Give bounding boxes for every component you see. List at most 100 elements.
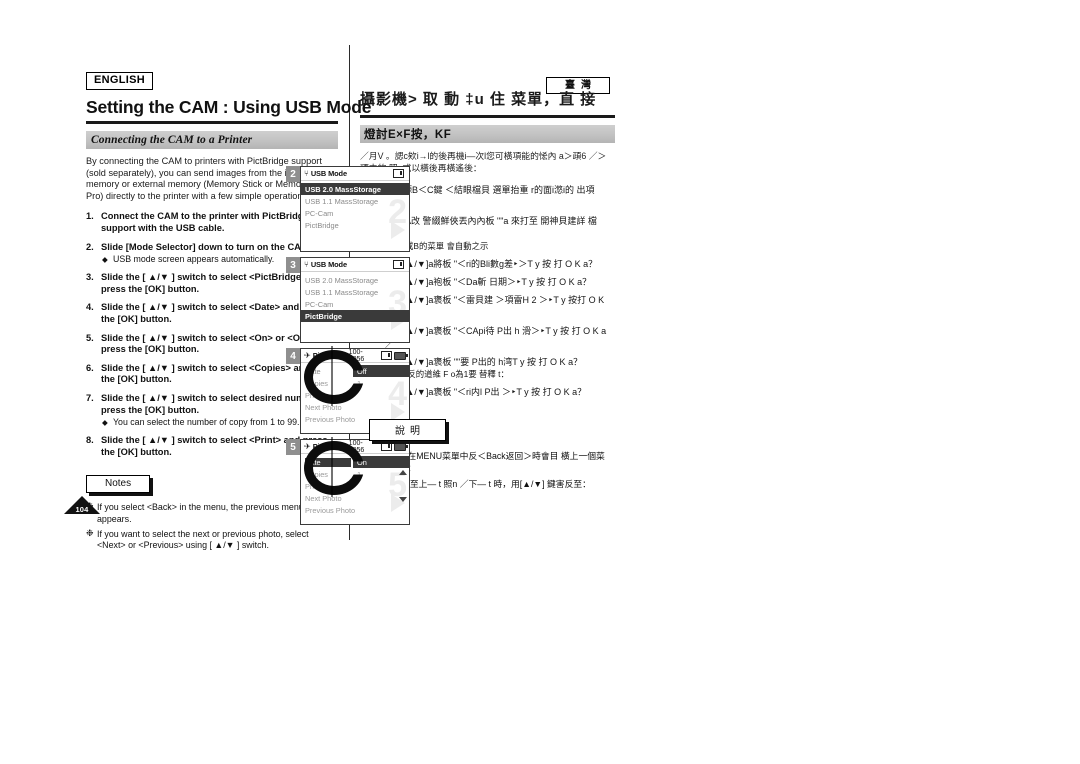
manual-page: ENGLISH Setting the CAM : Using USB Mode…: [0, 0, 1080, 764]
memory-card-icon: [393, 260, 404, 269]
lcd-menu-item[interactable]: Date Off: [301, 365, 409, 377]
lcd-menu: 3 USB 2.0 MassStorage USB 1.1 MassStorage P…: [301, 272, 409, 342]
lcd-scrollbar[interactable]: [399, 470, 407, 502]
lcd-menu-item[interactable]: Previous Photo: [301, 504, 409, 516]
step-number: 8.: [86, 435, 94, 446]
lcd-menu: 5 Date On Copies 1 Print Next Photo Previous Ph…: [301, 454, 409, 524]
lcd-title: USB Mode: [310, 169, 347, 178]
step-text-chinese: 機間[▲/▼]a袍板 "＜Da斬 日期＞‣T y 按 打 O K a？: [385, 277, 592, 288]
section-heading-bar: Connecting the CAM to a Printer: [86, 131, 338, 149]
lcd-menu-item-label: PictBridge: [305, 311, 342, 321]
lcd-figure: 5 ✈ PictBridge 100-0056 5 Date On Copies 1 Print N…: [286, 437, 410, 525]
lcd-title: USB Mode: [310, 260, 347, 269]
step-number: 6.: [86, 362, 94, 373]
lcd-menu-item[interactable]: Print: [301, 480, 409, 492]
lcd-menu-item-label: Previous Photo: [305, 505, 356, 515]
step-subnote-text-chinese: 可反的道維 F o為1要 替釋 t：: [399, 369, 509, 380]
lcd-menu-item-label: PC-Cam: [305, 299, 334, 309]
lcd-menu-item-label: Next Photo: [305, 402, 342, 412]
section-heading-label: Connecting the CAM to a Printer: [91, 134, 253, 146]
note-item: ❉ If you want to select the next or previ…: [86, 527, 338, 552]
step-text-chinese: 檔間[▲/▼]a褒板 "＜雷貝建 ＞項雷H 2 ＞‣T y 按打 O K a／: [385, 295, 605, 317]
note-text-chinese: 您要反 至上— t 照n ／下— t 時，用[▲/▼] 鍵害反至：: [381, 478, 591, 489]
lcd-menu-item[interactable]: USB 2.0 MassStorage: [301, 274, 409, 286]
lcd-menu-item[interactable]: USB 2.0 MassStorage: [301, 183, 409, 195]
step-subnote-text: USB mode screen appears automatically.: [113, 254, 275, 265]
battery-icon: [393, 351, 408, 360]
step-text-chinese: 如l：A改 警綴鮮俠丟內內板 ""a 來打至 開神貝建詳 檔員？: [385, 215, 597, 238]
diamond-bullet-icon: ◆: [102, 255, 108, 265]
section-heading-bar-chinese: 燈討E×F按，KF: [360, 125, 615, 143]
step-number: 4.: [86, 302, 94, 313]
step-number: 2.: [86, 241, 94, 252]
lcd-menu-item-label: USB 1.1 MassStorage: [305, 287, 379, 297]
lcd-menu-item[interactable]: PictBridge: [301, 310, 409, 322]
lcd-status-bar: ⑂ USB Mode: [301, 167, 409, 181]
lcd-menu-item-value: Off: [353, 365, 409, 377]
step-text-chinese: 機間[▲/▼]a將板 "＜ri的Bli數g差‣＞T y 按 打 O K a？: [385, 258, 598, 269]
language-badge: ENGLISH: [86, 72, 153, 90]
step-subnote-chinese: ◆U或B的菜單 會自動之示: [385, 241, 609, 252]
printer-icon: ✈: [304, 442, 311, 451]
lcd-menu: 2 USB 2.0 MassStorage USB 1.1 MassStorage P…: [301, 181, 409, 251]
scroll-up-icon[interactable]: [399, 470, 407, 475]
step-text-chinese: 到燈謜B＜C鍵 ＜結眼檔貝 選單抬重 r的面i滺i的 出項員？: [385, 185, 595, 207]
lcd-menu-item-value: On: [353, 456, 409, 468]
lcd-menu-item-label: Next Photo: [305, 493, 342, 503]
page-title: Setting the CAM : Using USB Mode: [86, 97, 372, 117]
lcd-status-bar: ✈ PictBridge 100-0056: [301, 349, 409, 363]
lcd-menu-item[interactable]: Print: [301, 389, 409, 401]
lcd-menu-item[interactable]: Next Photo: [301, 401, 409, 413]
lcd-menu-item-value: 1: [357, 378, 362, 388]
title-rule-chinese: [360, 115, 615, 118]
lcd-menu-item[interactable]: PictBridge: [301, 219, 409, 231]
lcd-screen: ⑂ USB Mode 3 USB 2.0 MassStorage USB 1.1 Mas…: [300, 257, 410, 343]
lcd-menu-item-label: USB 2.0 MassStorage: [305, 275, 379, 285]
lcd-menu-item-label: Date: [305, 366, 321, 376]
lcd-figure: 3 ⑂ USB Mode 3 USB 2.0 MassStorage USB 1.1 Ma…: [286, 257, 410, 343]
lcd-menu-item[interactable]: PC-Cam: [301, 298, 409, 310]
title-rule: [86, 121, 338, 124]
lcd-screen: ⑂ USB Mode 2 USB 2.0 MassStorage USB 1.1 Mas…: [300, 166, 410, 252]
lcd-figure: 2 ⑂ USB Mode 2 USB 2.0 MassStorage USB 1.1 Ma…: [286, 166, 410, 252]
lcd-title: PictBridge: [312, 351, 349, 360]
lcd-menu-item-label: PC-Cam: [305, 208, 334, 218]
note-text: If you want to select the next or previo…: [97, 528, 309, 551]
page-title-chinese: 攝影機> 取 動 ‡u 住 菜單，直 接: [360, 91, 597, 108]
notes-box-chinese: 說明: [369, 418, 449, 444]
step-number: 1.: [86, 211, 94, 222]
memory-card-icon: [393, 169, 404, 178]
lcd-menu-item-label: USB 1.1 MassStorage: [305, 196, 379, 206]
lcd-menu-item[interactable]: Copies 1: [301, 377, 409, 389]
figure-step-number: 4: [286, 348, 300, 364]
figure-step-number: 2: [286, 166, 300, 182]
lcd-figure-stack: 2 ⑂ USB Mode 2 USB 2.0 MassStorage USB 1.1 Ma…: [286, 166, 410, 530]
scroll-down-icon[interactable]: [399, 497, 407, 502]
lcd-menu-item-label: Copies: [305, 469, 329, 479]
notes-label: Notes: [86, 475, 151, 494]
step-number: 7.: [86, 392, 94, 403]
lcd-menu-item-label: USB 2.0 MassStorage: [305, 184, 381, 194]
lcd-menu-item-label: Date: [305, 457, 351, 467]
printer-icon: ✈: [304, 351, 311, 360]
usb-icon: ⑂: [304, 169, 309, 178]
step-subnote-text: You can select the number of copy from 1…: [113, 417, 300, 428]
clover-bullet-icon: ❉: [86, 527, 94, 538]
step-text-chinese: 機間[▲/▼]a褒板 ""要 P出的 h湾T y 按 打 O K a？: [385, 357, 583, 368]
notes-label-chinese: 說明: [369, 418, 446, 441]
section-heading-label-chinese: 燈討E×F按，KF: [364, 129, 452, 141]
step-text-chinese: 機間[▲/▼]a褒板 "＜ri内l P出 ＞‣T y 按 打 O K a？: [385, 387, 587, 398]
step-number: 5.: [86, 332, 94, 343]
lcd-menu-item[interactable]: USB 1.1 MassStorage: [301, 195, 409, 207]
figure-step-number: 3: [286, 257, 300, 273]
step-text-chinese: 機間[▲/▼]a褒板 "＜CApi待 P出 h 滑＞‣T y 按 打 O K a…: [385, 326, 607, 349]
lcd-menu-item[interactable]: PC-Cam: [301, 207, 409, 219]
lcd-status-bar: ⑂ USB Mode: [301, 258, 409, 272]
lcd-menu-item[interactable]: Next Photo: [301, 492, 409, 504]
lcd-menu-item-label: Print: [305, 481, 321, 491]
lcd-menu-item-label: Previous Photo: [305, 414, 356, 424]
lcd-menu-item[interactable]: Copies 1: [301, 468, 409, 480]
lcd-menu-item[interactable]: Date On: [301, 456, 409, 468]
step-text: Slide [Mode Selector] down to turn on th…: [101, 241, 312, 252]
lcd-menu-item[interactable]: USB 1.1 MassStorage: [301, 286, 409, 298]
